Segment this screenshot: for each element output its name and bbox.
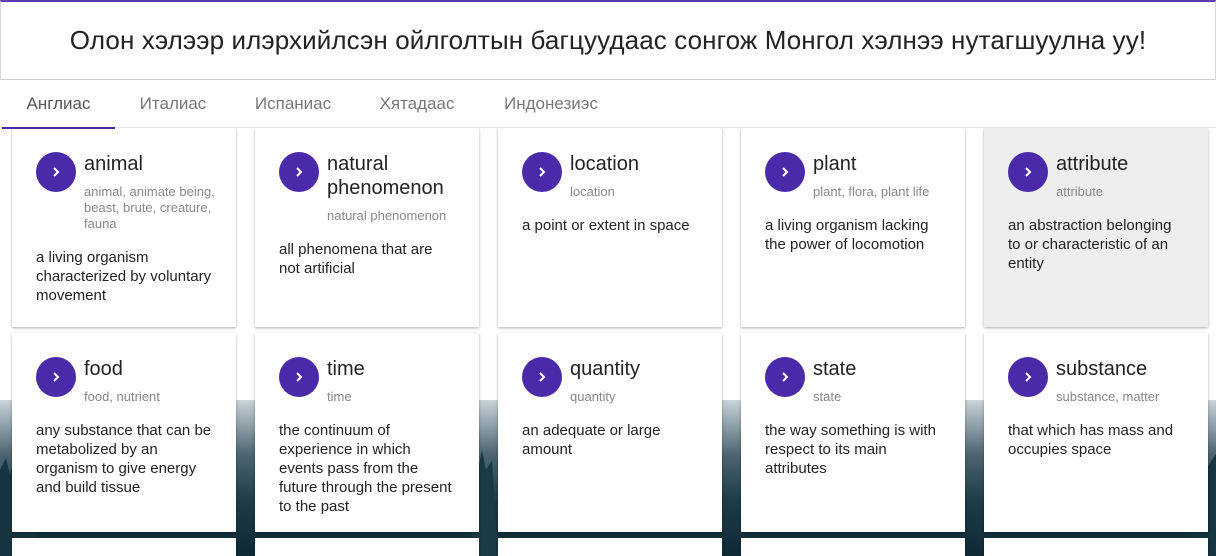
concept-card-natural-phenomenon[interactable]: natural phenomenon natural phenomenon al…	[255, 128, 479, 327]
open-concept-button[interactable]	[279, 152, 319, 192]
tab-italian[interactable]: Италиас	[115, 80, 231, 128]
card-title: time	[327, 358, 365, 380]
chevron-right-icon	[782, 167, 789, 177]
card-definition: that which has mass and occupies space	[1008, 422, 1174, 458]
open-concept-button[interactable]	[765, 357, 805, 397]
concept-card-substance[interactable]: substance substance, matter that which h…	[984, 333, 1208, 532]
card-synonyms: location	[570, 184, 615, 199]
card-definition: an adequate or large amount	[522, 422, 661, 458]
card-definition: the continuum of experience in which eve…	[279, 422, 452, 515]
open-concept-button[interactable]	[522, 357, 562, 397]
concept-card-quantity[interactable]: quantity quantity an adequate or large a…	[498, 333, 722, 532]
open-concept-button[interactable]	[1008, 152, 1048, 192]
chevron-right-icon	[782, 372, 789, 382]
card-definition: a point or extent in space	[522, 217, 690, 234]
concept-card-partial[interactable]	[12, 538, 236, 556]
card-synonyms: substance, matter	[1056, 389, 1160, 404]
card-title: natural phenomenon	[327, 153, 444, 199]
card-synonyms: animal, animate being, beast, brute, cre…	[84, 184, 215, 231]
concept-card-animal[interactable]: animal animal, animate being, beast, bru…	[12, 128, 236, 327]
concept-card-grid: animal animal, animate being, beast, bru…	[12, 128, 1216, 556]
chevron-right-icon	[539, 167, 546, 177]
concept-card-partial[interactable]	[984, 538, 1208, 556]
card-title: location	[570, 153, 639, 175]
open-concept-button[interactable]	[36, 152, 76, 192]
open-concept-button[interactable]	[522, 152, 562, 192]
open-concept-button[interactable]	[36, 357, 76, 397]
card-synonyms: time	[327, 389, 352, 404]
tab-spanish[interactable]: Испаниас	[231, 80, 355, 128]
concept-card-partial[interactable]	[255, 538, 479, 556]
card-title: quantity	[570, 358, 641, 380]
chevron-right-icon	[53, 167, 60, 177]
chevron-right-icon	[53, 372, 60, 382]
card-definition: the way something is with respect to its…	[765, 422, 936, 477]
chevron-right-icon	[296, 167, 303, 177]
card-synonyms: food, nutrient	[84, 389, 160, 404]
card-definition: any substance that can be metabolized by…	[36, 422, 212, 496]
card-definition: all phenomena that are not artificial	[279, 241, 433, 277]
card-synonyms: quantity	[570, 389, 616, 404]
tab-chinese[interactable]: Хятадаас	[355, 80, 479, 128]
chevron-right-icon	[1025, 167, 1032, 177]
concept-card-location[interactable]: location location a point or extent in s…	[498, 128, 722, 327]
concept-card-state[interactable]: state state the way something is with re…	[741, 333, 965, 532]
open-concept-button[interactable]	[279, 357, 319, 397]
card-definition: a living organism characterized by volun…	[36, 249, 212, 304]
concept-card-partial[interactable]	[741, 538, 965, 556]
page-title: Олон хэлээр илэрхийлсэн ойлголтын багцуу…	[69, 25, 1147, 55]
concept-card-partial[interactable]	[498, 538, 722, 556]
concept-card-time[interactable]: time time the continuum of experience in…	[255, 333, 479, 532]
open-concept-button[interactable]	[765, 152, 805, 192]
card-title: animal	[84, 153, 143, 175]
card-title: attribute	[1056, 153, 1129, 175]
card-definition: an abstraction belonging to or character…	[1008, 217, 1172, 272]
language-tabs: Англиас Италиас Испаниас Хятадаас Индоне…	[0, 80, 1216, 129]
tab-indonesian[interactable]: Индонезиэс	[479, 80, 623, 128]
concept-card-plant[interactable]: plant plant, flora, plant life a living …	[741, 128, 965, 327]
card-title: plant	[813, 153, 857, 175]
tab-english[interactable]: Англиас	[2, 80, 115, 129]
card-title: substance	[1056, 358, 1148, 380]
open-concept-button[interactable]	[1008, 357, 1048, 397]
chevron-right-icon	[1025, 372, 1032, 382]
card-synonyms: state	[813, 389, 842, 404]
concept-card-food[interactable]: food food, nutrient any substance that c…	[12, 333, 236, 532]
chevron-right-icon	[296, 372, 303, 382]
card-synonyms: attribute	[1056, 184, 1103, 199]
card-title: food	[84, 358, 123, 380]
card-synonyms: natural phenomenon	[327, 208, 447, 223]
page-header: Олон хэлээр илэрхийлсэн ойлголтын багцуу…	[0, 0, 1216, 80]
card-synonyms: plant, flora, plant life	[813, 184, 930, 199]
card-definition: a living organism lacking the power of l…	[765, 217, 929, 253]
concept-card-attribute[interactable]: attribute attribute an abstraction belon…	[984, 128, 1208, 327]
card-title: state	[813, 358, 857, 380]
chevron-right-icon	[539, 372, 546, 382]
